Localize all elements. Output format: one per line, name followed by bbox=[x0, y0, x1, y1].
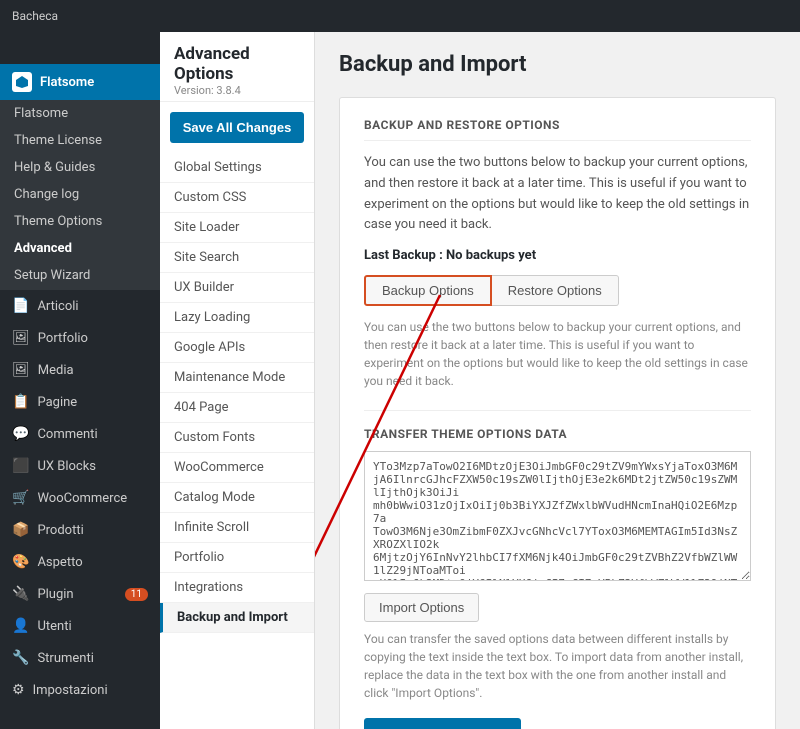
sub-sidebar-nav: Global Settings Custom CSS Site Loader S… bbox=[160, 153, 314, 633]
note-text: You can use the two buttons below to bac… bbox=[364, 318, 751, 390]
import-options-button[interactable]: Import Options bbox=[364, 593, 479, 622]
nav-item-integrations[interactable]: Integrations bbox=[160, 573, 314, 603]
brand-label: Flatsome bbox=[40, 75, 94, 90]
sidebar-item-media[interactable]: 🖼Media bbox=[0, 354, 160, 386]
sidebar-item-help-guides[interactable]: Help & Guides bbox=[0, 154, 160, 181]
sidebar-item-commenti[interactable]: 💬Commenti bbox=[0, 418, 160, 450]
sidebar-brand[interactable]: Flatsome bbox=[0, 64, 160, 100]
sidebar-item-ux-blocks[interactable]: ⬛UX Blocks bbox=[0, 450, 160, 482]
nav-item-google-apis[interactable]: Google APIs bbox=[160, 333, 314, 363]
section-description: You can use the two buttons below to bac… bbox=[364, 153, 751, 236]
sidebar-item-setup-wizard[interactable]: Setup Wizard bbox=[0, 262, 160, 289]
sidebar-item-portfolio[interactable]: 🖼Portfolio bbox=[0, 322, 160, 354]
page-title: Backup and Import bbox=[339, 52, 776, 77]
plugin-badge: 11 bbox=[125, 588, 148, 601]
nav-item-woocommerce[interactable]: WooCommerce bbox=[160, 453, 314, 483]
nav-item-catalog-mode[interactable]: Catalog Mode bbox=[160, 483, 314, 513]
transfer-note: You can transfer the saved options data … bbox=[364, 630, 751, 702]
section-title-backup: BACKUP AND RESTORE OPTIONS bbox=[364, 118, 751, 141]
nav-item-ux-builder[interactable]: UX Builder bbox=[160, 273, 314, 303]
sidebar-item-flatsome[interactable]: Flatsome bbox=[0, 100, 160, 127]
transfer-data-textarea[interactable] bbox=[364, 451, 751, 581]
nav-item-404-page[interactable]: 404 Page bbox=[160, 393, 314, 423]
nav-item-infinite-scroll[interactable]: Infinite Scroll bbox=[160, 513, 314, 543]
sidebar-item-theme-license[interactable]: Theme License bbox=[0, 127, 160, 154]
sidebar-item-changelog[interactable]: Change log bbox=[0, 181, 160, 208]
sidebar-section-flatsome: Flatsome Theme License Help & Guides Cha… bbox=[0, 100, 160, 289]
nav-item-custom-css[interactable]: Custom CSS bbox=[160, 183, 314, 213]
sidebar-item-strumenti[interactable]: 🔧Strumenti bbox=[0, 642, 160, 674]
sidebar-item-advanced[interactable]: Advanced bbox=[0, 235, 160, 262]
nav-item-maintenance-mode[interactable]: Maintenance Mode bbox=[160, 363, 314, 393]
sidebar-item-pagine[interactable]: 📋Pagine bbox=[0, 386, 160, 418]
backup-options-button[interactable]: Backup Options bbox=[364, 275, 492, 306]
save-all-changes-button[interactable]: Save All Changes bbox=[364, 718, 521, 729]
last-backup-label: Last Backup : No backups yet bbox=[364, 248, 751, 263]
nav-item-lazy-loading[interactable]: Lazy Loading bbox=[160, 303, 314, 333]
nav-item-site-loader[interactable]: Site Loader bbox=[160, 213, 314, 243]
sidebar-item-utenti[interactable]: 👤Utenti bbox=[0, 610, 160, 642]
sidebar-item-theme-options[interactable]: Theme Options bbox=[0, 208, 160, 235]
nav-item-custom-fonts[interactable]: Custom Fonts bbox=[160, 423, 314, 453]
admin-bar-item[interactable]: Bacheca bbox=[12, 9, 58, 23]
sub-sidebar-header: Advanced Options Version: 3.8.4 bbox=[160, 32, 314, 102]
restore-options-button[interactable]: Restore Options bbox=[492, 275, 619, 306]
sidebar-item-prodotti[interactable]: 📦Prodotti bbox=[0, 514, 160, 546]
nav-item-portfolio[interactable]: Portfolio bbox=[160, 543, 314, 573]
nav-item-global-settings[interactable]: Global Settings bbox=[160, 153, 314, 183]
sidebar-item-woocommerce[interactable]: 🛒WooCommerce bbox=[0, 482, 160, 514]
sub-sidebar-save-button[interactable]: Save All Changes bbox=[170, 112, 304, 143]
sidebar-item-impostazioni[interactable]: ⚙Impostazioni bbox=[0, 674, 160, 706]
sidebar-item-plugin[interactable]: 🔌Plugin 11 bbox=[0, 578, 160, 610]
nav-item-backup-import[interactable]: Backup and Import bbox=[160, 603, 314, 633]
sidebar-item-articoli[interactable]: 📄Articoli bbox=[0, 289, 160, 322]
sidebar-item-aspetto[interactable]: 🎨Aspetto bbox=[0, 546, 160, 578]
nav-item-site-search[interactable]: Site Search bbox=[160, 243, 314, 273]
transfer-title: TRANSFER THEME OPTIONS DATA bbox=[364, 410, 751, 441]
